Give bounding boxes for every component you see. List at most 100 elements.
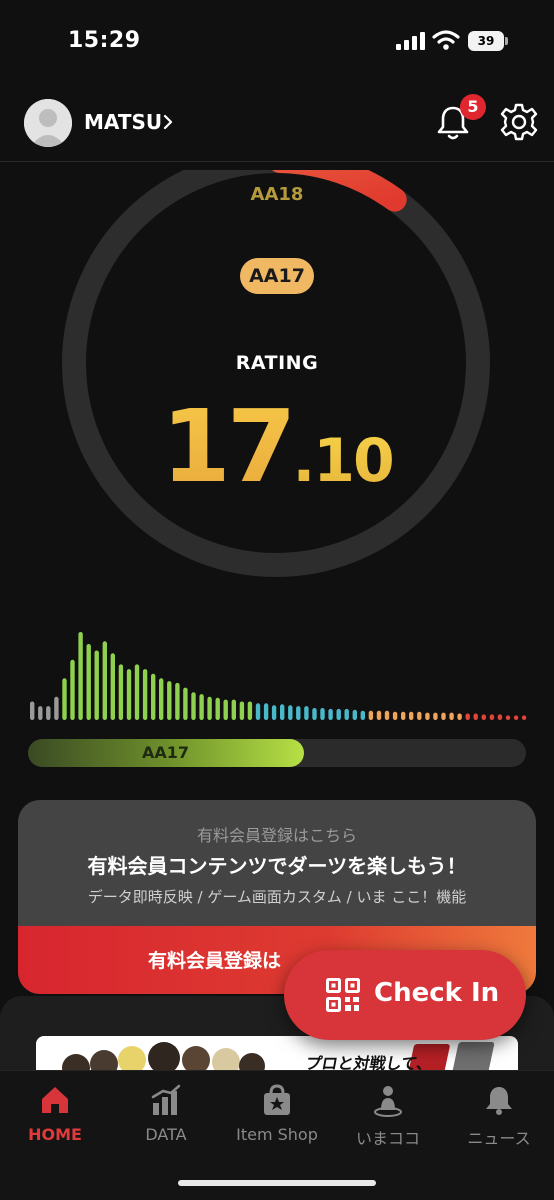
location-person-icon [374,1086,402,1117]
class-progress-label: AA17 [142,743,190,762]
histogram-bar [175,682,180,720]
tab-label: ニュース [467,1129,531,1148]
histogram-bar [336,708,341,720]
histogram-bar [288,705,293,720]
histogram-bar [118,664,124,720]
tab-data[interactable]: DATA [111,1083,221,1163]
check-in-button[interactable]: Check In [284,950,526,1040]
histogram-bar [489,714,495,720]
histogram-bar [207,696,212,720]
histogram-bar [255,703,261,720]
tab-label: いまココ [355,1129,420,1148]
histogram-bar [134,664,140,720]
histogram-bar [457,713,462,720]
histogram-bar [62,678,67,720]
histogram-bar [159,678,164,720]
next-class-label: AA18 [250,184,304,205]
histogram-bar [296,706,301,720]
histogram-bar [425,712,430,720]
histogram-bar [312,708,317,720]
histogram-bar [183,687,188,720]
histogram-bar [126,669,132,720]
app-header: MATSU 5 [0,90,554,162]
avatar-placeholder-icon [24,99,72,147]
histogram-bar [417,711,422,720]
histogram-bar [505,715,511,720]
histogram-bar [223,699,228,720]
histogram-bar [102,641,107,720]
settings-gear-icon[interactable] [499,102,539,142]
histogram-bar [94,650,99,720]
tab-home[interactable]: HOME [0,1083,110,1163]
user-name[interactable]: MATSU [84,110,162,134]
rating-value-decimal: .10 [292,426,394,496]
histogram-bar [384,710,390,720]
histogram-bar [376,710,382,720]
tab-item-shop[interactable]: Item Shop [222,1083,332,1163]
promo-subtitle[interactable]: 有料会員登録はこちら [18,822,536,846]
rating-label: RATING [235,352,319,374]
histogram-bar [433,712,438,720]
rating-value-integer: 17 [161,388,296,505]
data-chart-icon [151,1084,181,1115]
class-progress-bar: AA17 [28,739,526,767]
histogram-bar [54,696,59,720]
battery-icon: 39 [468,31,508,51]
cellular-signal-icon [396,32,425,50]
histogram-bar [167,681,172,720]
histogram-bar [199,694,204,720]
histogram-bar [513,715,519,720]
histogram-bar [151,673,156,720]
histogram-bar [392,711,398,720]
home-indicator [178,1180,376,1186]
notification-badge: 5 [460,94,486,120]
rating-ring [62,170,490,577]
item-shop-icon [264,1084,290,1115]
histogram-bar [344,708,349,720]
histogram-bar [191,692,196,720]
wifi-icon [432,30,460,50]
histogram-bar [320,708,325,720]
tab-label: DATA [145,1125,187,1144]
histogram-bar [360,710,365,720]
histogram-bar [247,701,253,720]
histogram-bar [473,713,478,720]
histogram-bar [304,706,309,720]
histogram-bar [271,705,277,720]
promo-description: データ即時反映 / ゲーム画面カスタム / いま ここ！機能 [87,888,467,906]
promo-title: 有料会員コンテンツでダーツを楽しもう！ [87,854,467,878]
avatar[interactable] [24,99,72,147]
histogram-bar [30,701,35,720]
current-class-badge: AA17 [240,258,314,294]
histogram-bar [465,713,470,720]
histogram-bar [441,712,446,720]
rating-value: 17.10 [0,388,554,505]
histogram-bar [280,704,285,720]
histogram-bar [110,653,115,720]
battery-level: 39 [477,34,495,48]
histogram-bar [368,710,374,720]
chevron-right-icon[interactable] [160,110,176,134]
histogram-bar [263,703,269,720]
histogram-bar [328,708,333,720]
histogram-bar [215,697,220,720]
histogram-bar [46,706,51,720]
histogram-bar [401,711,406,720]
check-in-label: Check In [374,978,500,1008]
news-bell-icon [486,1087,512,1115]
tab-label: HOME [28,1125,82,1144]
rating-histogram [30,632,527,720]
tab-news[interactable]: ニュース [444,1083,554,1163]
histogram-bar [142,669,148,720]
histogram-bar [231,699,236,720]
premium-signup-label: 有料会員登録は [148,950,282,972]
histogram-bar [86,644,91,720]
tab-label: Item Shop [236,1125,318,1144]
status-bar: 15:29 39 [0,0,554,80]
histogram-bar [521,715,527,720]
tab-imakoko[interactable]: いまココ [333,1083,443,1163]
histogram-bar [38,706,43,720]
home-icon [42,1087,68,1113]
histogram-bar [352,709,357,720]
histogram-bar [239,701,245,720]
